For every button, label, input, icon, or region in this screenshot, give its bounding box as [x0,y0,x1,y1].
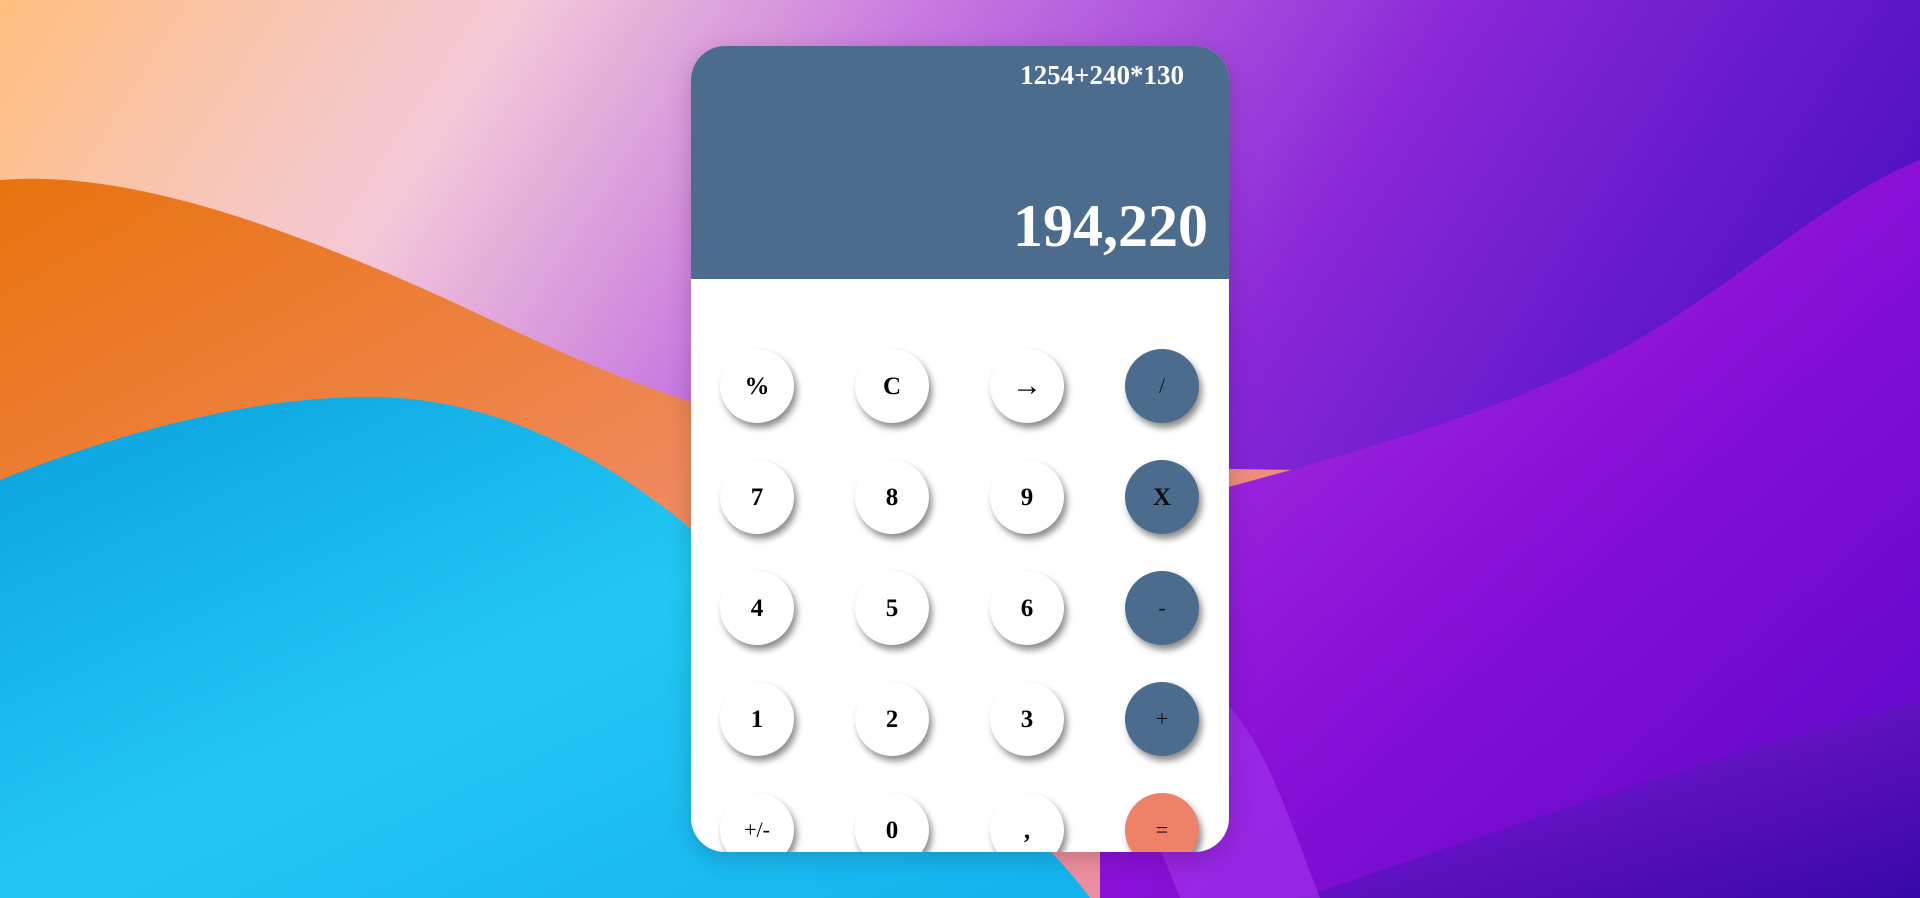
digit-0-button[interactable]: 0 [855,793,929,852]
digit-9-button[interactable]: 9 [990,460,1064,534]
clear-button[interactable]: C [855,349,929,423]
equals-button[interactable]: = [1125,793,1199,852]
negate-button[interactable]: +/- [720,793,794,852]
digit-2-button[interactable]: 2 [855,682,929,756]
expression-readout: 1254+240*130 [1020,60,1184,90]
digit-8-button[interactable]: 8 [855,460,929,534]
digit-4-button[interactable]: 4 [720,571,794,645]
divide-button[interactable]: / [1125,349,1199,423]
digit-6-button[interactable]: 6 [990,571,1064,645]
backspace-arrow-button[interactable]: → [990,349,1064,423]
digit-3-button[interactable]: 3 [990,682,1064,756]
keypad: % C → / 7 8 9 X 4 5 6 - 1 2 3 + +/- 0 , … [691,279,1229,852]
subtract-button[interactable]: - [1125,571,1199,645]
digit-5-button[interactable]: 5 [855,571,929,645]
digit-7-button[interactable]: 7 [720,460,794,534]
multiply-button[interactable]: X [1125,460,1199,534]
result-readout: 194,220 [1013,193,1208,259]
percent-button[interactable]: % [720,349,794,423]
digit-1-button[interactable]: 1 [720,682,794,756]
decimal-comma-button[interactable]: , [990,793,1064,852]
calculator-display: 1254+240*130 194,220 [691,46,1229,279]
calculator-app: 1254+240*130 194,220 % C → / 7 8 9 X 4 5… [691,46,1229,852]
add-button[interactable]: + [1125,682,1199,756]
